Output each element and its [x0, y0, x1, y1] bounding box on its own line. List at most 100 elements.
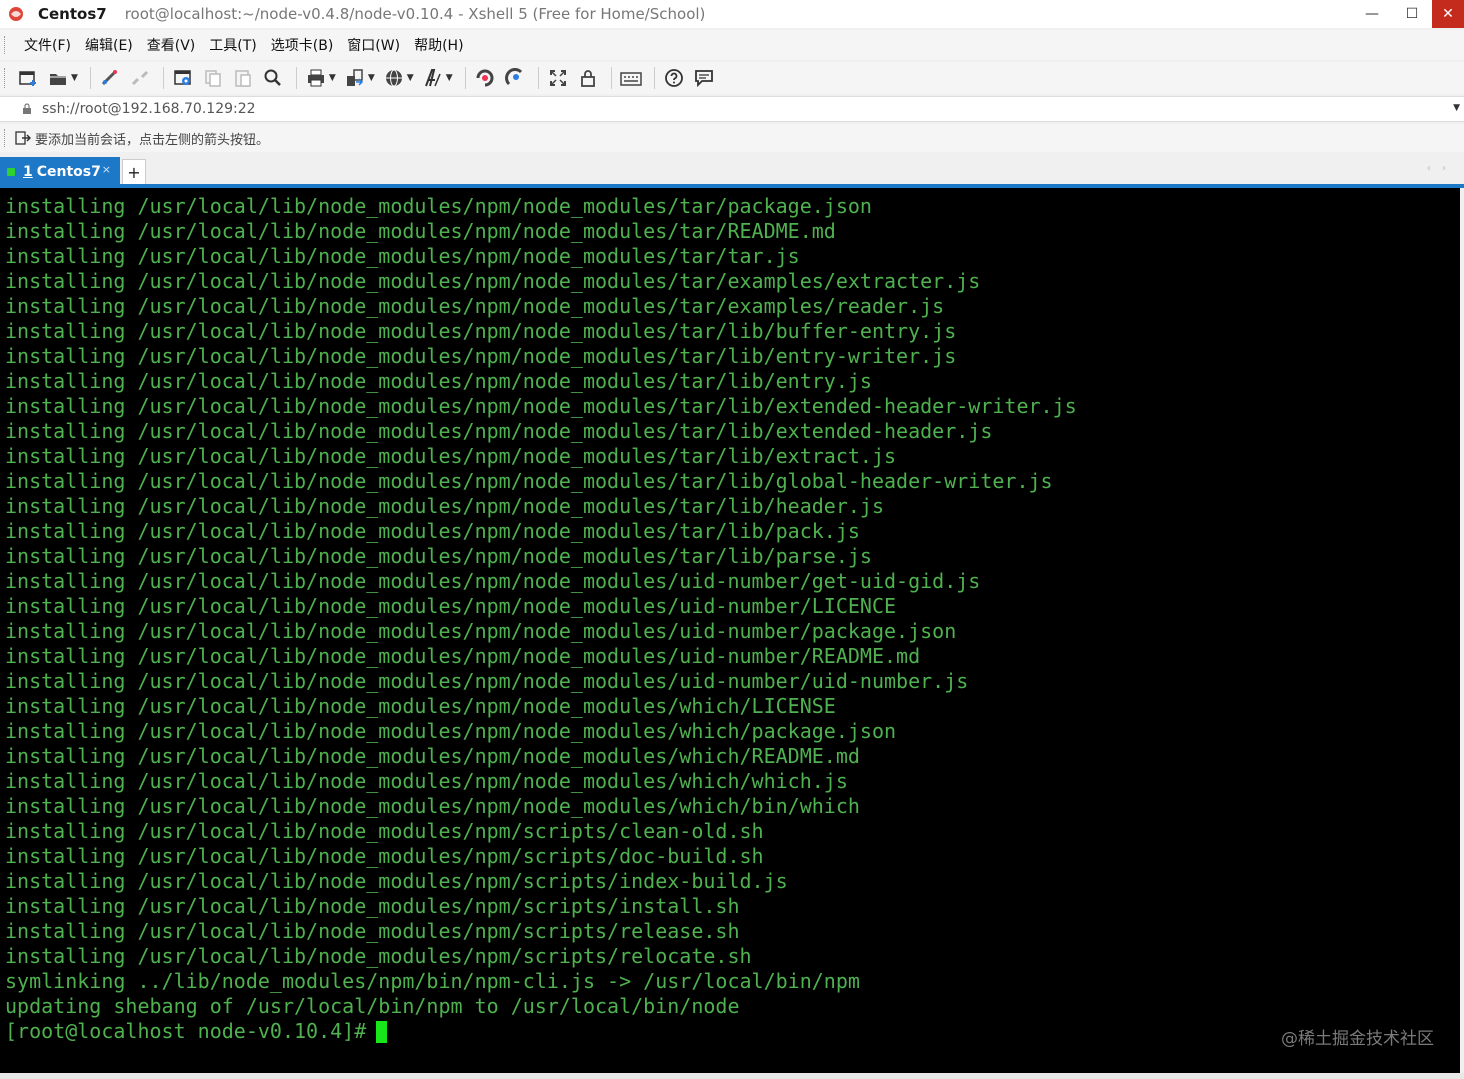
- address-input[interactable]: [40, 100, 1424, 118]
- window-controls: — ☐ ✕: [1352, 0, 1464, 28]
- terminal-cursor: [376, 1020, 388, 1043]
- session-hint-bar: 要添加当前会话，点击左侧的箭头按钮。: [0, 124, 1464, 152]
- terminal-line: installing /usr/local/lib/node_modules/n…: [5, 369, 872, 393]
- terminal-line: installing /usr/local/lib/node_modules/n…: [5, 894, 740, 918]
- toolbar-separator: [89, 67, 91, 89]
- menu-view[interactable]: 查看(V): [140, 35, 203, 55]
- reconnect-icon[interactable]: [97, 65, 123, 91]
- terminal-line: installing /usr/local/lib/node_modules/n…: [5, 769, 848, 793]
- disconnect-icon[interactable]: [127, 65, 153, 91]
- toolbar-separator: [610, 67, 612, 89]
- transfer-dropdown-icon[interactable]: ▼: [368, 73, 375, 83]
- menu-bar: 文件(F) 编辑(E) 查看(V) 工具(T) 选项卡(B) 窗口(W) 帮助(…: [0, 30, 1464, 60]
- terminal-line: installing /usr/local/lib/node_modules/n…: [5, 794, 860, 818]
- menu-edit[interactable]: 编辑(E): [78, 35, 140, 55]
- fullscreen-icon[interactable]: [545, 65, 571, 91]
- chat-icon[interactable]: [691, 65, 717, 91]
- terminal-line: installing /usr/local/lib/node_modules/n…: [5, 294, 945, 318]
- lock-icon[interactable]: [575, 65, 601, 91]
- terminal-line: installing /usr/local/lib/node_modules/n…: [5, 594, 897, 618]
- tab-title: Centos7: [36, 164, 101, 180]
- terminal-line: installing /usr/local/lib/node_modules/n…: [5, 919, 740, 943]
- minimize-button[interactable]: —: [1352, 0, 1392, 28]
- window-title-path: root@localhost:~/node-v0.4.8/node-v0.10.…: [124, 5, 706, 23]
- keyboard-icon[interactable]: [618, 65, 644, 91]
- transfer-icon[interactable]: [342, 65, 368, 91]
- terminal[interactable]: installing /usr/local/lib/node_modules/n…: [0, 188, 1460, 1073]
- terminal-line: installing /usr/local/lib/node_modules/n…: [5, 194, 872, 218]
- menu-grip[interactable]: [4, 36, 9, 54]
- xagent-icon[interactable]: [502, 65, 528, 91]
- find-icon[interactable]: [260, 65, 286, 91]
- tab-label: 1 Centos7: [23, 164, 101, 180]
- terminal-line: installing /usr/local/lib/node_modules/n…: [5, 519, 860, 543]
- print-icon[interactable]: [303, 65, 329, 91]
- menu-tabs[interactable]: 选项卡(B): [264, 35, 341, 55]
- toolbar: ▼ ▼ ▼ ▼ ▼: [0, 62, 1464, 94]
- menu-help[interactable]: 帮助(H): [407, 35, 470, 55]
- add-session-arrow-icon[interactable]: [15, 130, 31, 146]
- toolbar-separator: [537, 67, 539, 89]
- window-title-session: Centos7: [38, 5, 107, 23]
- terminal-line: installing /usr/local/lib/node_modules/n…: [5, 469, 1053, 493]
- hint-text: 要添加当前会话，点击左侧的箭头按钮。: [35, 132, 270, 148]
- terminal-line: installing /usr/local/lib/node_modules/n…: [5, 219, 836, 243]
- terminal-line: installing /usr/local/lib/node_modules/n…: [5, 644, 921, 668]
- tab-bar: 1 Centos7 × + ‹ ›: [0, 155, 1464, 187]
- address-bar: ▼: [0, 96, 1464, 122]
- watermark: @稀土掘金技术社区: [1281, 1029, 1434, 1049]
- connection-status-icon: [7, 168, 15, 176]
- hint-grip[interactable]: [4, 129, 9, 147]
- toolbar-grip[interactable]: [4, 68, 9, 88]
- prompt-line[interactable]: [root@localhost node-v0.10.4]#: [5, 1019, 1077, 1044]
- terminal-line: installing /usr/local/lib/node_modules/n…: [5, 494, 884, 518]
- toolbar-separator: [162, 67, 164, 89]
- terminal-line: installing /usr/local/lib/node_modules/n…: [5, 819, 764, 843]
- terminal-line: installing /usr/local/lib/node_modules/n…: [5, 319, 957, 343]
- shell-prompt: [root@localhost node-v0.10.4]#: [5, 1019, 367, 1043]
- open-folder-icon[interactable]: [45, 65, 71, 91]
- menu-file[interactable]: 文件(F): [17, 35, 78, 55]
- menu-window[interactable]: 窗口(W): [340, 35, 407, 55]
- help-icon[interactable]: [661, 65, 687, 91]
- toolbar-separator: [653, 67, 655, 89]
- xftp-icon[interactable]: [472, 65, 498, 91]
- font-icon[interactable]: [420, 65, 446, 91]
- terminal-line: installing /usr/local/lib/node_modules/n…: [5, 619, 957, 643]
- font-dropdown-icon[interactable]: ▼: [446, 73, 453, 83]
- close-button[interactable]: ✕: [1432, 0, 1464, 28]
- terminal-line: installing /usr/local/lib/node_modules/n…: [5, 669, 969, 693]
- terminal-line: installing /usr/local/lib/node_modules/n…: [5, 694, 836, 718]
- tab-number: 1: [23, 164, 33, 180]
- paste-icon[interactable]: [230, 65, 256, 91]
- globe-dropdown-icon[interactable]: ▼: [407, 73, 414, 83]
- terminal-line: installing /usr/local/lib/node_modules/n…: [5, 244, 800, 268]
- terminal-line: symlinking ../lib/node_modules/npm/bin/n…: [5, 969, 860, 993]
- globe-icon[interactable]: [381, 65, 407, 91]
- add-tab-button[interactable]: +: [122, 159, 146, 185]
- terminal-line: installing /usr/local/lib/node_modules/n…: [5, 844, 764, 868]
- terminal-line: installing /usr/local/lib/node_modules/n…: [5, 869, 788, 893]
- tab-close-icon[interactable]: ×: [102, 163, 111, 176]
- status-bar: [0, 1073, 1464, 1079]
- terminal-line: installing /usr/local/lib/node_modules/n…: [5, 944, 752, 968]
- terminal-line: installing /usr/local/lib/node_modules/n…: [5, 394, 1077, 418]
- terminal-line: installing /usr/local/lib/node_modules/n…: [5, 719, 897, 743]
- menu-tools[interactable]: 工具(T): [202, 35, 263, 55]
- address-dropdown-icon[interactable]: ▼: [1453, 103, 1460, 113]
- xshell-logo-icon[interactable]: [6, 4, 26, 24]
- properties-icon[interactable]: [170, 65, 196, 91]
- tab-scroll-arrows[interactable]: ‹ ›: [1427, 163, 1450, 174]
- title-bar: Centos7 root@localhost:~/node-v0.4.8/nod…: [0, 0, 1464, 28]
- maximize-button[interactable]: ☐: [1392, 0, 1432, 28]
- toolbar-separator: [464, 67, 466, 89]
- terminal-line: installing /usr/local/lib/node_modules/n…: [5, 419, 993, 443]
- tab-centos7[interactable]: 1 Centos7 ×: [0, 157, 120, 187]
- terminal-line: installing /usr/local/lib/node_modules/n…: [5, 269, 981, 293]
- copy-icon[interactable]: [200, 65, 226, 91]
- terminal-line: installing /usr/local/lib/node_modules/n…: [5, 544, 872, 568]
- terminal-line: installing /usr/local/lib/node_modules/n…: [5, 569, 981, 593]
- open-dropdown-icon[interactable]: ▼: [71, 73, 78, 83]
- print-dropdown-icon[interactable]: ▼: [329, 73, 336, 83]
- new-session-icon[interactable]: [15, 65, 41, 91]
